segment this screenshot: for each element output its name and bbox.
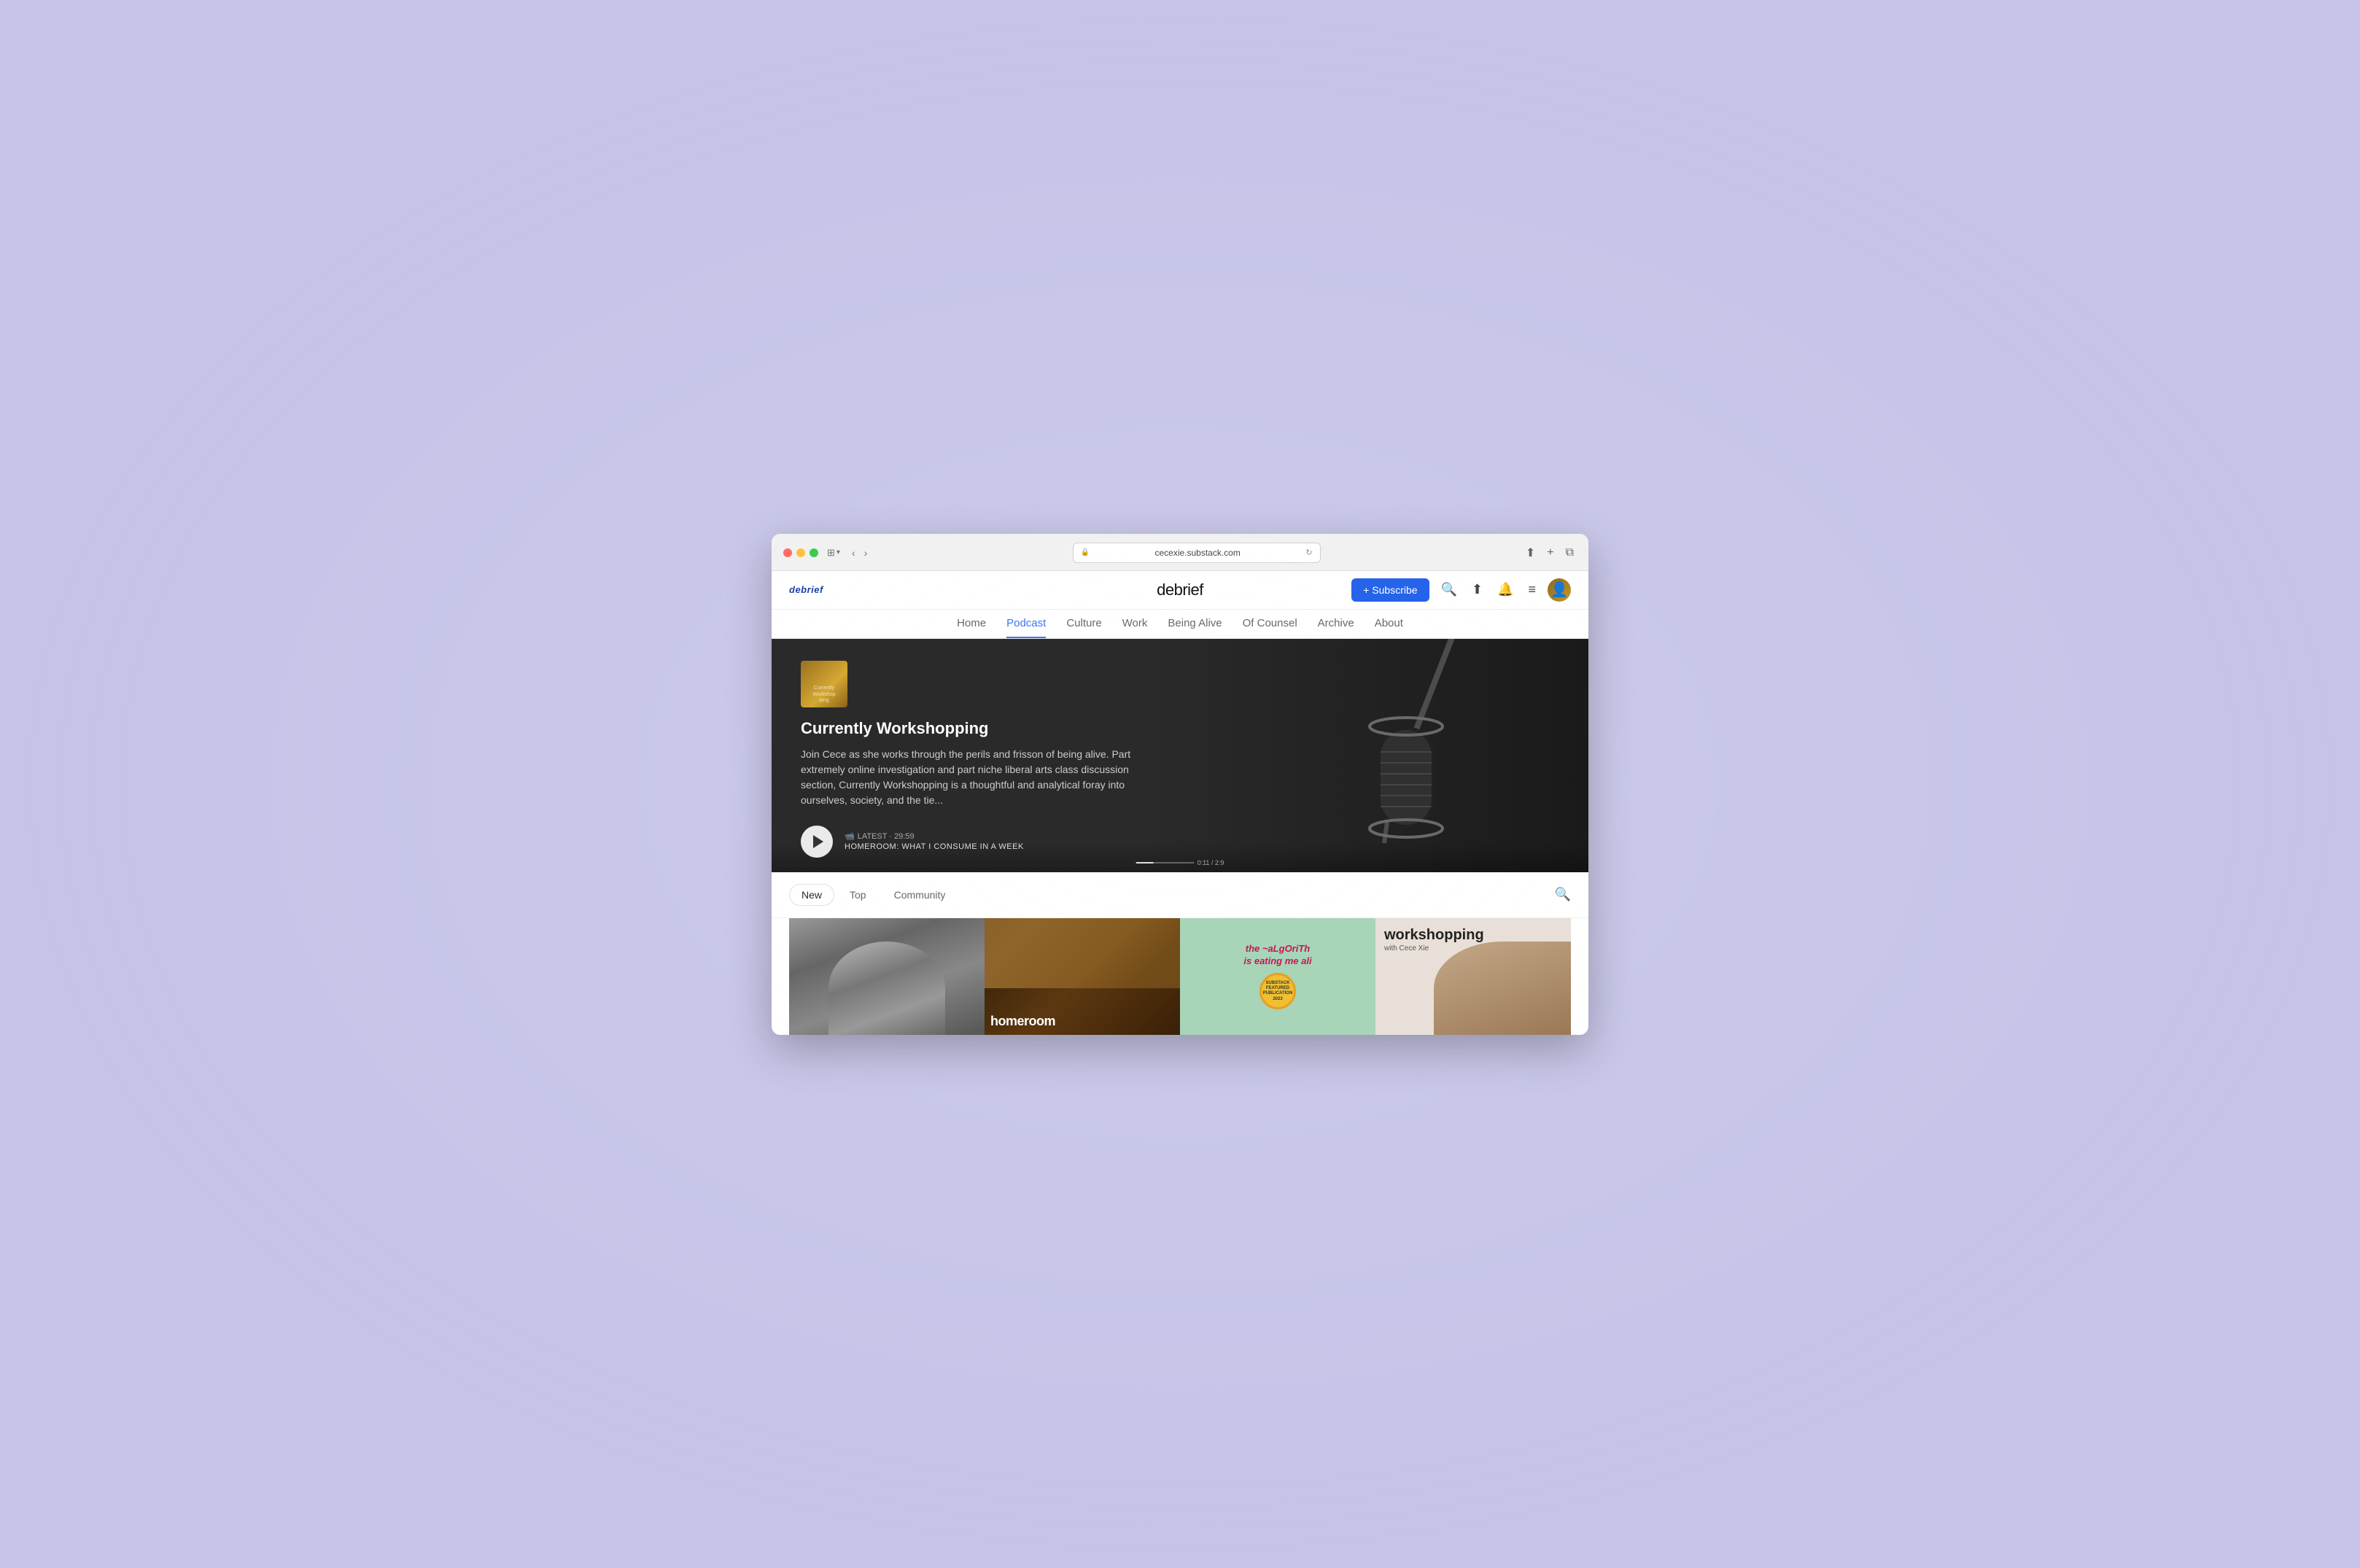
navbar-actions: + Subscribe 🔍 ⬆ 🔔 ≡ 👤 bbox=[1351, 578, 1571, 602]
post-card-4[interactable]: workshopping with Cece Xie bbox=[1375, 918, 1571, 1035]
audio-player: 📹 LATEST · 29:59 HOMEROOM: WHAT I CONSUM… bbox=[801, 826, 1559, 858]
progress-bar-container: 0:11 / 2:9 bbox=[1136, 859, 1224, 866]
tab-work[interactable]: Work bbox=[1122, 617, 1148, 638]
post-card-1[interactable] bbox=[789, 918, 985, 1035]
hero-content: CurrentlyWorkshopping Currently Workshop… bbox=[772, 639, 1588, 872]
tab-podcast[interactable]: Podcast bbox=[1006, 617, 1046, 638]
sidebar-icon: ⊞ bbox=[827, 547, 835, 559]
share-button[interactable]: ⬆ bbox=[1469, 579, 1486, 600]
algorithm-image: the ~aLgOriThis eating me ali SUBSTACKFE… bbox=[1180, 918, 1375, 1035]
episode-latest: 📹 LATEST · 29:59 bbox=[845, 831, 1024, 841]
filter-tab-community[interactable]: Community bbox=[882, 884, 958, 906]
address-bar-container: 🔒 cecexie.substack.com ↻ bbox=[879, 543, 1514, 563]
browser-controls: ⊞ ▾ ‹ › 🔒 cecexie.substack.com ↻ ⬆ + ⧉ bbox=[783, 543, 1577, 563]
progress-bar[interactable] bbox=[1136, 862, 1195, 863]
play-button[interactable] bbox=[801, 826, 833, 858]
site-content: debrief debrief + Subscribe 🔍 ⬆ 🔔 ≡ 👤 Ho… bbox=[772, 571, 1588, 1035]
back-button[interactable]: ‹ bbox=[849, 546, 858, 560]
bw-person-image bbox=[789, 918, 985, 1035]
workshopping-image: workshopping with Cece Xie bbox=[1375, 918, 1571, 1035]
tab-archive[interactable]: Archive bbox=[1318, 617, 1354, 638]
menu-button[interactable]: ≡ bbox=[1525, 579, 1539, 600]
address-bar[interactable]: 🔒 cecexie.substack.com ↻ bbox=[1073, 543, 1321, 563]
tab-being-alive[interactable]: Being Alive bbox=[1168, 617, 1222, 638]
chevron-down-icon: ▾ bbox=[837, 548, 840, 556]
filter-tab-new[interactable]: New bbox=[789, 884, 834, 906]
reload-button[interactable]: ↻ bbox=[1305, 548, 1312, 557]
share-button[interactable]: ⬆ bbox=[1523, 544, 1538, 562]
hero-section: CurrentlyWorkshopping Currently Workshop… bbox=[772, 639, 1588, 872]
post-image-4: workshopping with Cece Xie bbox=[1375, 918, 1571, 1035]
tab-about[interactable]: About bbox=[1375, 617, 1403, 638]
algorithm-badge: SUBSTACKFEATUREDPUBLICATION2023 bbox=[1259, 973, 1296, 1009]
homeroom-text: homeroom bbox=[990, 1014, 1055, 1029]
thumbnail-inner: CurrentlyWorkshopping bbox=[801, 661, 847, 707]
search-button[interactable]: 🔍 bbox=[1438, 579, 1460, 600]
sidebar-toggle[interactable]: ⊞ ▾ bbox=[827, 547, 840, 559]
posts-grid: homeroom the ~aLgOriThis eating me ali S… bbox=[772, 918, 1588, 1035]
tab-culture[interactable]: Culture bbox=[1066, 617, 1101, 638]
nav-tabs: Home Podcast Culture Work Being Alive Of… bbox=[772, 610, 1588, 639]
avatar[interactable]: 👤 bbox=[1548, 578, 1571, 602]
site-logo[interactable]: debrief bbox=[789, 584, 823, 595]
podcast-title: Currently Workshopping bbox=[801, 719, 1559, 738]
post-image-2: homeroom bbox=[985, 918, 1180, 1035]
episode-info: 📹 LATEST · 29:59 HOMEROOM: WHAT I CONSUM… bbox=[845, 831, 1024, 851]
close-button[interactable] bbox=[783, 548, 792, 557]
browser-actions: ⬆ + ⧉ bbox=[1523, 544, 1577, 562]
traffic-lights bbox=[783, 548, 818, 557]
browser-window: ⊞ ▾ ‹ › 🔒 cecexie.substack.com ↻ ⬆ + ⧉ bbox=[772, 534, 1588, 1035]
workshopping-title: workshopping bbox=[1384, 927, 1562, 943]
site-title: debrief bbox=[1157, 581, 1203, 599]
post-image-3: the ~aLgOriThis eating me ali SUBSTACKFE… bbox=[1180, 918, 1375, 1035]
episode-title: HOMEROOM: WHAT I CONSUME IN A WEEK bbox=[845, 842, 1024, 851]
post-card-2[interactable]: homeroom bbox=[985, 918, 1180, 1035]
browser-chrome: ⊞ ▾ ‹ › 🔒 cecexie.substack.com ↻ ⬆ + ⧉ bbox=[772, 534, 1588, 571]
algorithm-text: the ~aLgOriThis eating me ali bbox=[1243, 943, 1311, 968]
forward-button[interactable]: › bbox=[861, 546, 871, 560]
subscribe-button[interactable]: + Subscribe bbox=[1351, 578, 1429, 602]
tab-home[interactable]: Home bbox=[957, 617, 986, 638]
post-card-3[interactable]: the ~aLgOriThis eating me ali SUBSTACKFE… bbox=[1180, 918, 1375, 1035]
homeroom-image: homeroom bbox=[985, 918, 1180, 1035]
post-image-1 bbox=[789, 918, 985, 1035]
filter-tab-top[interactable]: Top bbox=[837, 884, 879, 906]
tab-of-counsel[interactable]: Of Counsel bbox=[1243, 617, 1297, 638]
minimize-button[interactable] bbox=[796, 548, 805, 557]
nav-buttons: ‹ › bbox=[849, 546, 870, 560]
podcast-thumbnail: CurrentlyWorkshopping bbox=[801, 661, 847, 707]
progress-fill bbox=[1136, 862, 1154, 863]
filter-bar: New Top Community 🔍 bbox=[772, 872, 1588, 918]
workshopping-person-image bbox=[1434, 942, 1571, 1035]
filter-search-button[interactable]: 🔍 bbox=[1555, 887, 1571, 902]
video-icon: 📹 bbox=[845, 831, 855, 841]
top-navbar: debrief debrief + Subscribe 🔍 ⬆ 🔔 ≡ 👤 bbox=[772, 571, 1588, 610]
podcast-description: Join Cece as she works through the peril… bbox=[801, 747, 1151, 808]
add-tab-button[interactable]: + bbox=[1544, 545, 1556, 561]
play-icon bbox=[813, 835, 823, 848]
fullscreen-button[interactable] bbox=[810, 548, 818, 557]
progress-time: 0:11 / 2:9 bbox=[1198, 859, 1224, 866]
url-text: cecexie.substack.com bbox=[1094, 548, 1301, 558]
notifications-button[interactable]: 🔔 bbox=[1494, 579, 1516, 600]
tabs-overview-button[interactable]: ⧉ bbox=[1563, 545, 1577, 561]
filter-tabs: New Top Community bbox=[789, 884, 958, 906]
avatar-image: 👤 bbox=[1550, 581, 1569, 599]
lock-icon: 🔒 bbox=[1081, 548, 1090, 556]
